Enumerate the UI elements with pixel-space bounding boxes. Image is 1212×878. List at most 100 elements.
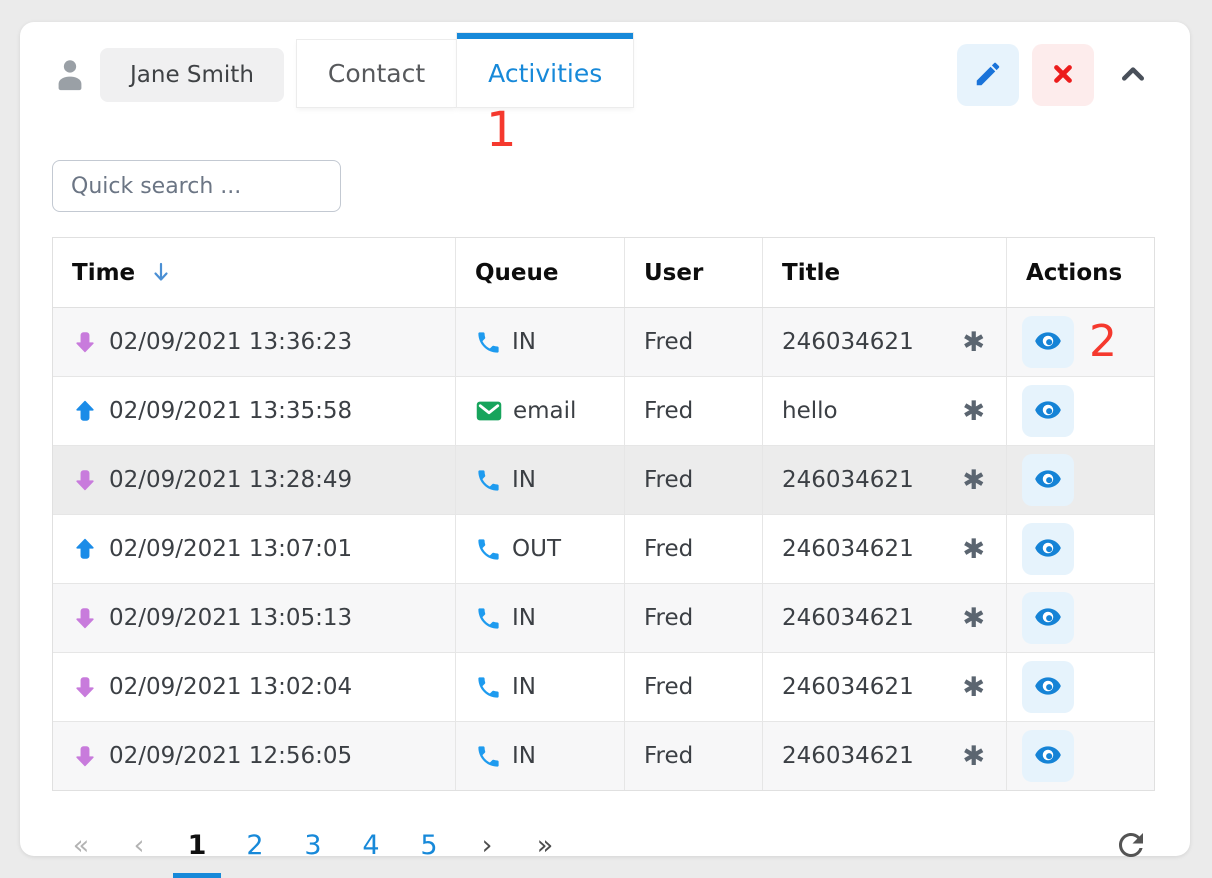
column-header-time[interactable]: Time [53, 238, 455, 307]
pager-first[interactable]: « [68, 827, 94, 865]
table-header: Time Queue User Title Actions [53, 238, 1154, 308]
column-label-user: User [644, 260, 703, 286]
pager-next[interactable]: › [474, 827, 500, 865]
table-row: 02/09/2021 12:56:05 IN Fred 246034621 ✱ [53, 721, 1154, 790]
cell-user: Fred [624, 584, 762, 652]
pager-page-4[interactable]: 4 [358, 827, 384, 865]
cell-time: 02/09/2021 12:56:05 [53, 722, 455, 790]
view-activity-button[interactable] [1022, 661, 1074, 713]
direction-arrow-icon [72, 743, 98, 769]
queue-label: IN [512, 674, 536, 700]
phone-icon [475, 605, 502, 632]
tab-activities-label: Activities [488, 59, 602, 88]
tab-contact[interactable]: Contact [297, 40, 456, 107]
activity-time: 02/09/2021 13:35:58 [109, 398, 352, 424]
asterisk-icon: ✱ [962, 743, 985, 770]
activity-time: 02/09/2021 13:28:49 [109, 467, 352, 493]
user-label: Fred [644, 674, 693, 700]
view-activity-button[interactable] [1022, 316, 1074, 368]
table-row: 02/09/2021 13:05:13 IN Fred 246034621 ✱ [53, 583, 1154, 652]
pencil-icon [973, 59, 1003, 92]
activity-time: 02/09/2021 13:07:01 [109, 536, 352, 562]
queue-label: IN [512, 329, 536, 355]
annotation-step-1: 1 [486, 104, 517, 157]
direction-arrow-icon [72, 329, 98, 355]
pager-prev[interactable]: ‹ [126, 827, 152, 865]
envelope-icon [475, 399, 503, 423]
edit-button[interactable] [957, 44, 1019, 106]
user-label: Fred [644, 329, 693, 355]
asterisk-icon: ✱ [962, 674, 985, 701]
direction-arrow-icon [72, 605, 98, 631]
phone-icon [475, 674, 502, 701]
queue-label: email [513, 398, 576, 424]
direction-arrow-icon [72, 536, 98, 562]
column-header-title[interactable]: Title [762, 238, 1006, 307]
eye-icon [1034, 743, 1062, 770]
cell-actions: 2 [1006, 308, 1152, 376]
direction-arrow-icon [72, 467, 98, 493]
asterisk-icon: ✱ [962, 467, 985, 494]
quick-search-input[interactable] [52, 160, 341, 212]
column-header-queue[interactable]: Queue [455, 238, 624, 307]
close-x-icon [1050, 61, 1076, 90]
eye-icon [1034, 536, 1062, 563]
view-activity-button[interactable] [1022, 523, 1074, 575]
cell-time: 02/09/2021 13:35:58 [53, 377, 455, 445]
activity-title: 246034621 [782, 605, 914, 631]
view-activity-button[interactable] [1022, 385, 1074, 437]
activity-time: 02/09/2021 13:36:23 [109, 329, 352, 355]
cell-time: 02/09/2021 13:02:04 [53, 653, 455, 721]
pager-page-3[interactable]: 3 [300, 827, 326, 865]
eye-icon [1034, 467, 1062, 494]
activity-title: hello [782, 398, 838, 424]
queue-label: IN [512, 743, 536, 769]
cell-user: Fred [624, 377, 762, 445]
eye-icon [1034, 674, 1062, 701]
pager-page-5[interactable]: 5 [416, 827, 442, 865]
search-row [52, 160, 1190, 212]
phone-icon [475, 743, 502, 770]
collapse-button[interactable] [1106, 44, 1160, 106]
activity-time: 02/09/2021 13:05:13 [109, 605, 352, 631]
pager-page-2[interactable]: 2 [242, 827, 268, 865]
user-label: Fred [644, 536, 693, 562]
cell-user: Fred [624, 308, 762, 376]
tab-contact-label: Contact [328, 59, 425, 88]
cell-time: 02/09/2021 13:07:01 [53, 515, 455, 583]
cell-user: Fred [624, 653, 762, 721]
view-activity-button[interactable] [1022, 454, 1074, 506]
eye-icon [1034, 605, 1062, 632]
contact-name: Jane Smith [130, 62, 254, 88]
column-header-user[interactable]: User [624, 238, 762, 307]
direction-arrow-icon [72, 674, 98, 700]
refresh-button[interactable] [1108, 823, 1154, 869]
pager-last[interactable]: » [532, 827, 558, 865]
cell-queue: IN [455, 722, 624, 790]
activity-title: 246034621 [782, 674, 914, 700]
sort-descending-icon [149, 260, 173, 286]
cell-queue: IN [455, 584, 624, 652]
cell-queue: OUT [455, 515, 624, 583]
delete-button[interactable] [1032, 44, 1094, 106]
pager-page-1[interactable]: 1 [184, 827, 210, 865]
view-activity-button[interactable] [1022, 730, 1074, 782]
table-row: 02/09/2021 13:02:04 IN Fred 246034621 ✱ [53, 652, 1154, 721]
column-label-time: Time [72, 260, 135, 286]
tab-activities[interactable]: Activities [457, 33, 633, 107]
cell-queue: IN [455, 308, 624, 376]
user-label: Fred [644, 743, 693, 769]
asterisk-icon: ✱ [962, 398, 985, 425]
cell-title: 246034621 ✱ [762, 515, 1006, 583]
cell-actions [1006, 377, 1152, 445]
table-row: 02/09/2021 13:36:23 IN Fred 246034621 ✱ [53, 308, 1154, 376]
column-label-title: Title [782, 260, 840, 286]
view-activity-button[interactable] [1022, 592, 1074, 644]
asterisk-icon: ✱ [962, 536, 985, 563]
cell-title: 246034621 ✱ [762, 653, 1006, 721]
header-actions [957, 44, 1160, 106]
column-label-actions: Actions [1026, 260, 1122, 286]
cell-time: 02/09/2021 13:28:49 [53, 446, 455, 514]
queue-label: OUT [512, 536, 561, 562]
asterisk-icon: ✱ [962, 329, 985, 356]
